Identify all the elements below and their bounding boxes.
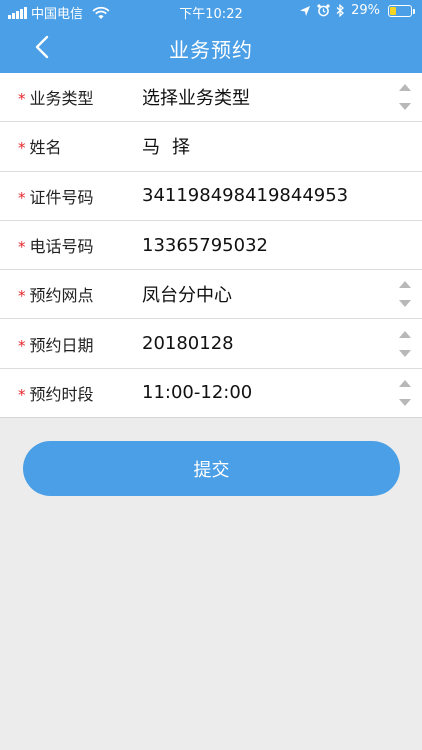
- field-label: * 电话号码: [18, 237, 94, 257]
- id-number-input[interactable]: 341198498419844953: [142, 185, 348, 206]
- field-label: * 预约日期: [18, 335, 94, 355]
- required-mark: *: [18, 90, 26, 109]
- status-bar: 中国电信 下午10:22 29%: [0, 0, 422, 22]
- battery-nub: [413, 8, 415, 14]
- picker-arrows-icon[interactable]: [398, 330, 412, 357]
- required-mark: *: [18, 385, 26, 404]
- field-business-type[interactable]: * 业务类型 选择业务类型: [0, 73, 422, 123]
- required-mark: *: [18, 139, 26, 158]
- name-input[interactable]: 马择: [142, 133, 202, 159]
- battery-percent: 29%: [351, 3, 380, 18]
- time-slot-select[interactable]: 11:00-12:00: [142, 382, 252, 403]
- battery-icon: [388, 4, 415, 17]
- field-time-slot[interactable]: * 预约时段 11:00-12:00: [0, 369, 422, 419]
- status-right: 29%: [299, 3, 415, 18]
- picker-arrows-icon[interactable]: [398, 281, 412, 308]
- field-branch[interactable]: * 预约网点 凤台分中心: [0, 270, 422, 320]
- picker-arrows-icon[interactable]: [398, 379, 412, 406]
- date-select[interactable]: 20180128: [142, 333, 234, 354]
- top-bar: 中国电信 下午10:22 29% 业务预约: [0, 0, 422, 73]
- submit-button[interactable]: 提交: [23, 441, 400, 496]
- field-phone[interactable]: * 电话号码 13365795032: [0, 221, 422, 271]
- field-name[interactable]: * 姓名 马择: [0, 122, 422, 172]
- required-mark: *: [18, 336, 26, 355]
- alarm-clock-icon: [317, 4, 330, 17]
- field-date[interactable]: * 预约日期 20180128: [0, 319, 422, 369]
- picker-arrows-icon[interactable]: [398, 84, 412, 111]
- required-mark: *: [18, 287, 26, 306]
- required-mark: *: [18, 188, 26, 207]
- branch-select[interactable]: 凤台分中心: [142, 281, 232, 307]
- field-id-number[interactable]: * 证件号码 341198498419844953: [0, 172, 422, 221]
- business-type-select[interactable]: 选择业务类型: [142, 84, 250, 110]
- field-label: * 业务类型: [18, 89, 94, 109]
- nav-bar: 业务预约: [0, 22, 422, 73]
- required-mark: *: [18, 238, 26, 257]
- bluetooth-icon: [336, 4, 345, 17]
- appointment-form: * 业务类型 选择业务类型 * 姓名 马择 * 证件号码 34119849841984…: [0, 73, 422, 419]
- field-label: * 姓名: [18, 138, 62, 158]
- field-label: * 预约网点: [18, 286, 94, 306]
- battery-fill: [390, 6, 396, 15]
- field-label: * 证件号码: [18, 187, 94, 207]
- phone-input[interactable]: 13365795032: [142, 235, 268, 256]
- location-arrow-icon: [300, 5, 311, 16]
- page-title: 业务预约: [169, 38, 253, 62]
- field-label: * 预约时段: [18, 384, 94, 404]
